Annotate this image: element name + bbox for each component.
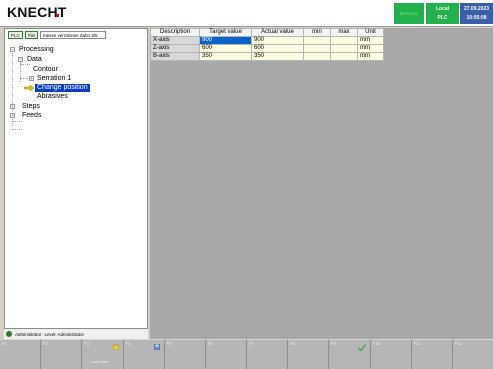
mode-indicator[interactable]: MANUAL: [394, 3, 424, 24]
f7-key[interactable]: F7: [247, 339, 289, 369]
table-header-row: Description Target value Actual value mi…: [150, 28, 384, 37]
save-icon: [153, 344, 160, 350]
fkey-number: F7: [249, 341, 254, 346]
function-key-bar: F1 F2 F3 Load from F4 F5 F6 F7 F8 F9 F10…: [0, 339, 493, 369]
parameter-area: Description Target value Actual value mi…: [150, 28, 493, 339]
user-icon: [6, 331, 12, 337]
user-status-bar: Administrator Level: Administrator: [4, 329, 148, 339]
navigation-panel: PLC File messe verzahnen Zahn 3/5 − Proc…: [4, 28, 148, 329]
header-bar: KNECHT MANUAL Local PLC 27.09.2023 10:05…: [0, 0, 493, 27]
fkey-number: F5: [166, 341, 172, 346]
date-label: 27.09.2023: [463, 6, 490, 12]
table-row: Z-axis 600 600 mm: [150, 44, 384, 53]
tree-item-contour[interactable]: Contour: [33, 66, 58, 74]
column-header: min: [303, 28, 331, 37]
fkey-number: F1: [2, 341, 7, 346]
fkey-number: F10: [372, 341, 380, 346]
collapse-icon[interactable]: −: [18, 57, 23, 62]
fkey-number: F6: [207, 341, 213, 346]
fkey-number: F4: [125, 341, 131, 346]
actual-value-cell: 600: [251, 44, 304, 53]
tree-item-feeds[interactable]: Feeds: [22, 112, 41, 120]
mode-label: MANUAL: [399, 11, 419, 16]
column-header: Actual value: [251, 28, 304, 37]
datetime-display: 27.09.2023 10:05:08: [460, 3, 493, 24]
fkey-number: F2: [43, 341, 48, 346]
tree-item-data[interactable]: Data: [27, 56, 42, 64]
description-cell: Z-axis: [150, 44, 200, 53]
description-cell: B-axis: [150, 52, 200, 61]
fkey-number: F3: [84, 341, 90, 346]
checkmark-icon: [357, 344, 366, 351]
f6-key[interactable]: F6: [205, 339, 248, 369]
max-cell: [330, 36, 358, 45]
unit-cell: mm: [357, 44, 384, 53]
local-label: Local: [435, 6, 450, 12]
min-cell: [303, 44, 331, 53]
file-button[interactable]: File: [24, 31, 39, 39]
f4-key[interactable]: F4: [123, 339, 165, 369]
actual-value-cell: 900: [251, 36, 304, 45]
f8-key[interactable]: F8: [288, 339, 330, 369]
f2-key[interactable]: F2: [41, 339, 83, 369]
folder-icon: [112, 344, 119, 350]
collapse-icon[interactable]: −: [10, 47, 15, 52]
min-cell: [303, 36, 331, 45]
target-value-cell[interactable]: 900: [199, 36, 252, 45]
panel-toolbar: PLC File messe verzahnen Zahn 3/5: [8, 31, 107, 39]
expand-icon[interactable]: +: [29, 76, 34, 81]
company-logo: KNECHT: [7, 4, 67, 20]
fkey-label: Load from: [90, 359, 109, 364]
column-header: max: [330, 28, 358, 37]
tree-item-serration[interactable]: Serration 1: [37, 75, 71, 83]
column-header: Description: [150, 28, 200, 37]
tree-item-abrasives[interactable]: Abrasives: [37, 93, 68, 101]
column-header: Target value: [199, 28, 252, 37]
control-location-indicator[interactable]: Local PLC: [426, 3, 459, 24]
current-position-arrow-icon: [24, 85, 34, 91]
tree-connector: [12, 121, 22, 122]
max-cell: [330, 52, 358, 61]
expand-icon[interactable]: +: [10, 104, 15, 109]
tree-connector: [20, 64, 30, 65]
max-cell: [330, 44, 358, 53]
user-name: Administrator: [15, 331, 42, 337]
table-row: B-axis 350 350 mm: [150, 52, 384, 61]
tree-item-steps[interactable]: Steps: [22, 103, 40, 111]
f10-key[interactable]: F10: [370, 339, 412, 369]
tree-item-processing[interactable]: Processing: [19, 46, 54, 54]
logo-accent-dot: [56, 14, 59, 17]
tree-connector: [12, 129, 22, 130]
f5-key[interactable]: F5: [164, 339, 206, 369]
target-value-cell[interactable]: 600: [199, 44, 252, 53]
unit-cell: mm: [357, 36, 384, 45]
unit-cell: mm: [357, 52, 384, 61]
tree-item-change-position[interactable]: Change position: [35, 84, 90, 92]
plc-button[interactable]: PLC: [8, 31, 23, 39]
plc-label: PLC: [437, 15, 448, 21]
fkey-number: F11: [413, 341, 421, 346]
fkey-number: F12: [454, 341, 462, 346]
description-cell: X-axis: [150, 36, 200, 45]
position-table: Description Target value Actual value mi…: [150, 28, 384, 61]
fkey-number: F9: [331, 341, 337, 346]
f11-key[interactable]: F11: [411, 339, 453, 369]
f9-key[interactable]: F9: [329, 339, 371, 369]
fkey-number: F8: [290, 341, 295, 346]
min-cell: [303, 52, 331, 61]
f3-key[interactable]: F3 Load from: [82, 339, 124, 369]
expand-icon[interactable]: +: [10, 113, 15, 118]
user-level: Level: Administrator: [44, 331, 85, 337]
tree-connector: [20, 62, 21, 82]
f1-key[interactable]: F1: [0, 339, 42, 369]
column-header: Unit: [357, 28, 384, 37]
f12-key[interactable]: F12: [452, 339, 493, 369]
target-value-cell[interactable]: 350: [199, 52, 252, 61]
program-name-field[interactable]: messe verzahnen Zahn 3/5: [40, 31, 107, 39]
actual-value-cell: 350: [251, 52, 304, 61]
table-row: X-axis 900 900 mm: [150, 36, 384, 45]
time-label: 10:05:08: [466, 15, 487, 21]
